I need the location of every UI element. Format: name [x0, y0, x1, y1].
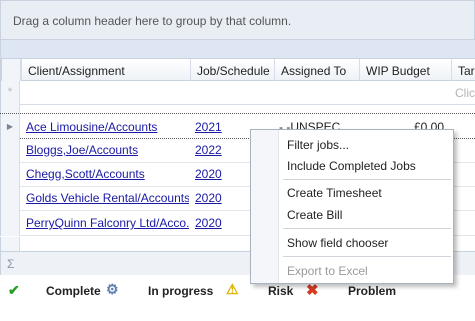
gear-icon: ⚙ [106, 281, 119, 297]
new-row-hint: Clic [455, 86, 475, 100]
legend-risk: Risk [268, 284, 294, 298]
column-header-client[interactable]: Client/Assignment [21, 59, 190, 81]
client-link[interactable]: Chegg,Scott/Accounts [20, 161, 189, 187]
row-selector-spacer [0, 105, 20, 113]
client-link[interactable]: PerryQuinn Falconry Ltd/Acco... [20, 210, 189, 236]
row-selector [0, 210, 20, 236]
legend-in-progress: In progress [148, 284, 214, 298]
sigma-icon: Σ [7, 257, 15, 271]
menu-separator [283, 228, 451, 229]
menu-item-export-excel: Export to Excel [287, 264, 368, 278]
menu-gutter [251, 130, 279, 283]
grid-header: Client/Assignment Job/Schedule Assigned … [0, 59, 475, 81]
new-row-marker: * [0, 81, 20, 105]
context-menu: Filter jobs... Include Completed Jobs Cr… [250, 129, 454, 284]
new-item-row[interactable]: * Clic [0, 81, 475, 105]
column-header-wip[interactable]: WIP Budget [359, 59, 451, 81]
column-header-assigned[interactable]: Assigned To [274, 59, 359, 81]
header-row-selector [1, 59, 21, 81]
menu-item-include-completed[interactable]: Include Completed Jobs [287, 159, 416, 173]
client-link[interactable]: Bloggs,Joe/Accounts [20, 137, 189, 163]
menu-item-filter-jobs[interactable]: Filter jobs... [287, 138, 349, 152]
menu-item-create-bill[interactable]: Create Bill [287, 208, 342, 222]
column-header-target[interactable]: Targ [451, 59, 475, 81]
menu-separator [283, 179, 451, 180]
client-link[interactable]: Golds Vehicle Rental/Accounts [20, 185, 189, 211]
row-selector [0, 137, 20, 163]
legend-problem: Problem [348, 284, 397, 298]
warning-icon: ⚠ [226, 281, 239, 297]
legend-complete: Complete [46, 284, 101, 298]
group-by-panel[interactable]: Drag a column header here to group by th… [0, 0, 475, 40]
group-band [0, 40, 475, 59]
row-selector [0, 161, 20, 187]
menu-separator [283, 256, 451, 257]
menu-item-create-timesheet[interactable]: Create Timesheet [287, 186, 382, 200]
check-icon: ✔ [8, 282, 20, 298]
row-selector [0, 237, 20, 251]
menu-item-show-field-chooser[interactable]: Show field chooser [287, 236, 388, 250]
column-header-job[interactable]: Job/Schedule [190, 59, 274, 81]
row-selector [0, 185, 20, 211]
group-by-hint: Drag a column header here to group by th… [13, 14, 292, 28]
